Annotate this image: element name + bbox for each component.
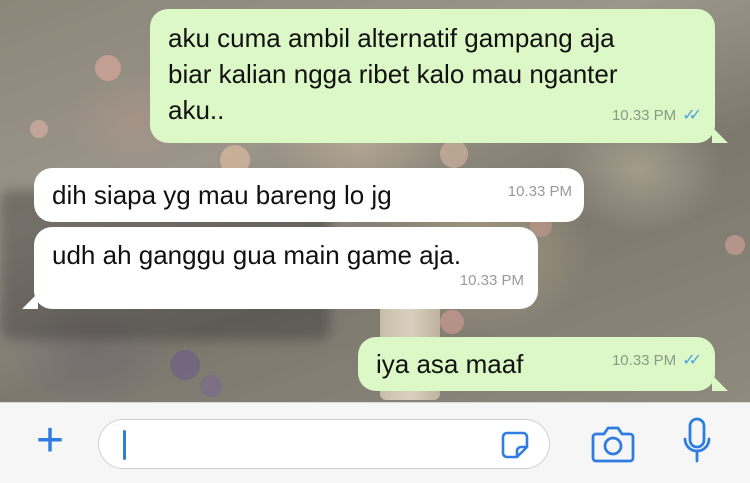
message-text-field[interactable] [98, 419, 550, 469]
message-meta: 10.33 PM [460, 263, 524, 299]
camera-icon[interactable] [590, 423, 636, 465]
message-text: udh ah ganggu gua main game aja. [52, 240, 462, 270]
wallpaper-flower [440, 140, 468, 168]
read-ticks-icon: ✓✓ [682, 352, 702, 369]
chat-area[interactable]: aku cuma ambil alternatif gampang aja bi… [0, 0, 750, 402]
wallpaper-flower [170, 350, 200, 380]
message-time: 10.33 PM [611, 107, 677, 124]
message-bubble-incoming[interactable]: dih siapa yg mau bareng lo jg 10.33 PM [34, 168, 584, 222]
message-input-bar: + [0, 402, 750, 483]
microphone-icon[interactable] [682, 417, 712, 469]
wallpaper-flower [30, 120, 48, 138]
message-meta: 10.33 PM [508, 174, 572, 210]
plus-icon[interactable]: + [28, 417, 72, 465]
message-time: 10.33 PM [611, 352, 677, 369]
wallpaper-flower [440, 310, 464, 334]
wallpaper-flower [95, 55, 121, 81]
message-meta: 10.33 PM ✓✓ [611, 343, 702, 379]
message-text: dih siapa yg mau bareng lo jg [52, 180, 392, 210]
message-bubble-outgoing[interactable]: aku cuma ambil alternatif gampang aja bi… [150, 9, 715, 143]
message-bubble-outgoing[interactable]: iya asa maaf 10.33 PM ✓✓ [358, 337, 715, 391]
read-ticks-icon: ✓✓ [682, 107, 702, 124]
sticker-icon[interactable] [499, 429, 531, 461]
wallpaper-flower [200, 375, 222, 397]
message-input[interactable] [121, 428, 491, 460]
message-time: 10.33 PM [459, 272, 524, 289]
wallpaper-flower [725, 235, 745, 255]
message-time: 10.33 PM [507, 183, 572, 200]
message-meta: 10.33 PM ✓✓ [611, 98, 702, 134]
message-bubble-incoming[interactable]: udh ah ganggu gua main game aja. 10.33 P… [34, 227, 538, 309]
